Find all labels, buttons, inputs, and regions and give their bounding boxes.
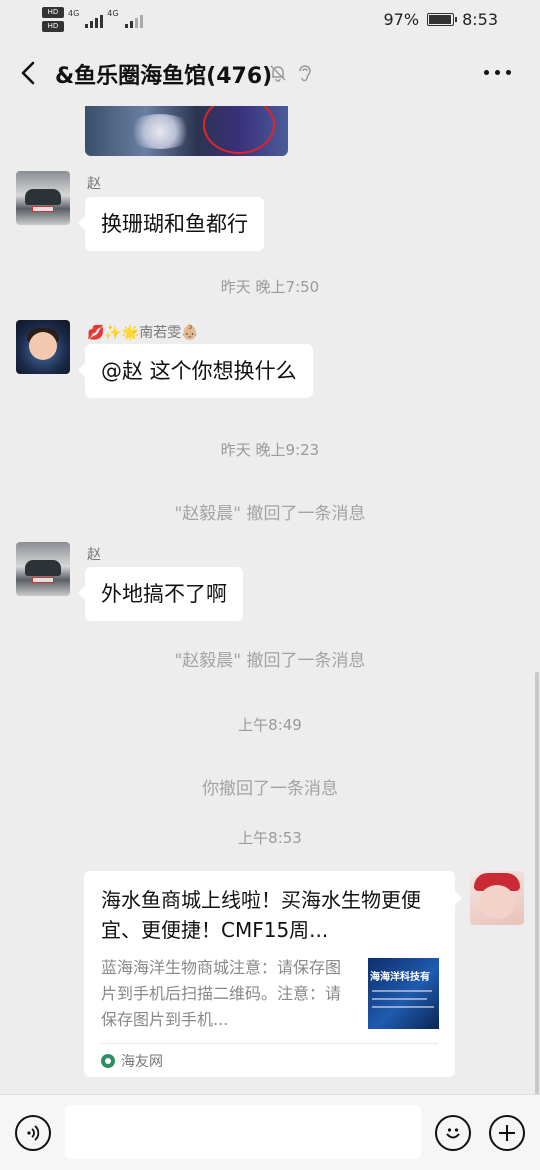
sender-name: 赵 xyxy=(87,547,101,563)
battery-icon xyxy=(427,13,458,26)
sender-name: 💋✨🌟南若雯👶🏼 xyxy=(87,325,199,341)
signal-bars-icon xyxy=(85,15,104,28)
highlight-circle xyxy=(203,106,275,154)
recall-notice: 你撤回了一条消息 xyxy=(202,779,338,799)
ear-icon xyxy=(299,65,311,82)
network-type: 4G xyxy=(68,9,80,18)
link-card-thumbnail: 海海洋科技有 xyxy=(368,958,439,1029)
avatar[interactable] xyxy=(16,320,70,374)
chevron-left-icon xyxy=(21,61,35,85)
signal-bars-icon xyxy=(124,15,143,28)
timestamp: 昨天 晚上7:50 xyxy=(220,278,320,296)
chat-title[interactable]: &鱼乐圈海鱼馆(476) xyxy=(55,58,272,90)
bell-off-icon xyxy=(270,65,286,82)
thumbnail-text: 海海洋科技有 xyxy=(370,972,430,983)
battery-percent: 97% xyxy=(383,10,420,29)
status-bar: HD HD 4G 4G 97% 8:53 xyxy=(0,0,540,40)
hd-badge: HD xyxy=(42,7,64,18)
recall-notice: "赵毅晨" 撤回了一条消息 xyxy=(174,504,366,524)
source-name: 海友网 xyxy=(121,1054,163,1070)
source-logo-icon xyxy=(101,1054,115,1068)
text-bubble[interactable]: 外地搞不了啊 xyxy=(78,567,243,621)
avatar[interactable] xyxy=(470,871,524,925)
message-input[interactable] xyxy=(65,1105,421,1159)
message-list[interactable]: 赵 换珊瑚和鱼都行 昨天 晚上7:50 💋✨🌟南若雯👶🏼 @赵 这个你想换什么 … xyxy=(0,106,540,1094)
chat-header: &鱼乐圈海鱼馆(476) xyxy=(0,40,540,106)
emoji-icon xyxy=(446,1128,460,1139)
timestamp: 上午8:49 xyxy=(238,716,302,734)
input-bar xyxy=(0,1094,540,1170)
plus-button[interactable] xyxy=(489,1115,525,1151)
signal-indicator: HD HD 4G 4G xyxy=(42,7,143,32)
link-card-description: 蓝海海洋生物商城注意：请保存图片到手机后扫描二维码。注意：请保存图片到手机... xyxy=(101,958,342,1029)
emoji-button[interactable] xyxy=(435,1115,471,1151)
network-type: 4G xyxy=(107,9,119,18)
text-bubble[interactable]: @赵 这个你想换什么 xyxy=(78,344,313,398)
link-card-title: 海水鱼商城上线啦！买海水生物更便宜、更便捷！CMF15周... xyxy=(101,888,421,942)
sender-name: 赵 xyxy=(87,176,101,192)
more-button[interactable] xyxy=(484,64,514,80)
link-card[interactable]: 海水鱼商城上线啦！买海水生物更便宜、更便捷！CMF15周... 蓝海海洋生物商城… xyxy=(84,871,462,1077)
scrollbar[interactable] xyxy=(535,672,539,1097)
coral-image xyxy=(125,114,195,149)
image-message[interactable] xyxy=(85,106,288,156)
battery-level xyxy=(429,15,452,24)
recall-notice: "赵毅晨" 撤回了一条消息 xyxy=(174,651,366,671)
clock: 8:53 xyxy=(462,10,498,29)
divider xyxy=(101,1043,438,1044)
hd-badge: HD xyxy=(42,21,64,32)
timestamp: 上午8:53 xyxy=(238,829,302,847)
link-card-source: 海友网 xyxy=(101,1051,163,1071)
voice-icon xyxy=(27,1125,40,1141)
timestamp: 昨天 晚上9:23 xyxy=(220,441,320,459)
voice-button[interactable] xyxy=(15,1115,51,1151)
text-bubble[interactable]: 换珊瑚和鱼都行 xyxy=(78,197,264,251)
back-button[interactable] xyxy=(14,58,44,88)
avatar[interactable] xyxy=(16,542,70,596)
plus-icon xyxy=(499,1125,515,1141)
avatar[interactable] xyxy=(16,171,70,225)
